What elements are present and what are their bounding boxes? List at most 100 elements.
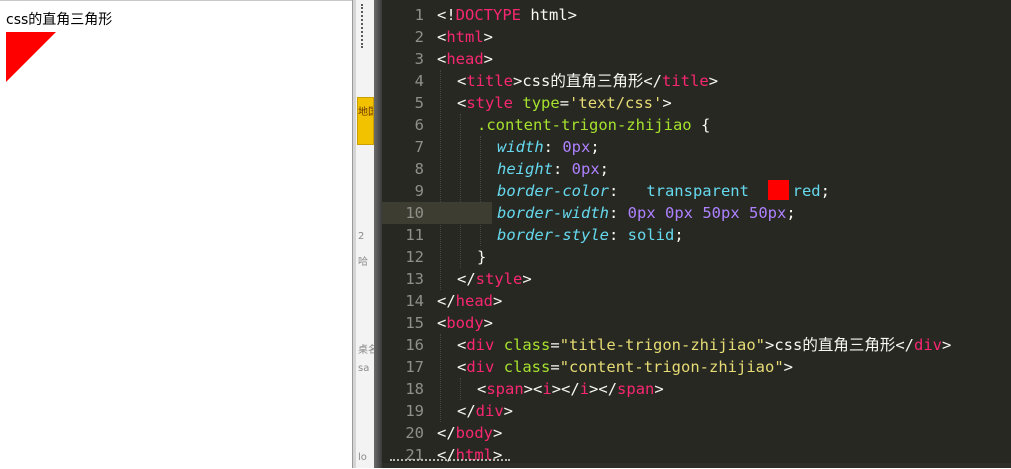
browser-preview-pane: css的直角三角形 <box>0 0 352 469</box>
grip-dots-icon <box>361 4 365 48</box>
background-snippet: 哈 <box>358 257 368 268</box>
code-token: class <box>503 358 551 376</box>
code-text: width: 0px; <box>497 136 600 158</box>
code-token: ; <box>674 226 684 244</box>
code-token: </ <box>457 402 476 420</box>
code-line[interactable]: 6 .content-trigon-zhijiao { <box>382 114 1011 136</box>
background-yellow-tab[interactable]: 地国 <box>357 97 374 145</box>
code-token: ; <box>820 182 830 200</box>
code-line[interactable]: 5 <style type='text/css'> <box>382 92 1011 114</box>
code-line[interactable]: 17 <div class="content-trigon-zhijiao"> <box>382 356 1011 378</box>
code-token: ; <box>786 204 796 222</box>
code-token: i <box>542 380 552 398</box>
background-snippet: sa <box>358 363 370 374</box>
code-token: body <box>455 424 493 442</box>
code-token: < <box>437 314 447 332</box>
code-token: <! <box>437 6 456 24</box>
code-token: </ <box>437 292 456 310</box>
code-token: > <box>483 50 494 68</box>
code-token: > <box>662 94 672 112</box>
code-line[interactable]: 13 </style> <box>382 268 1011 290</box>
background-snippet: 2 <box>358 231 365 242</box>
code-token: span <box>617 380 655 398</box>
code-token: height <box>497 160 553 178</box>
code-text: <!DOCTYPE html> <box>437 4 577 26</box>
code-text: height: 0px; <box>497 158 609 180</box>
line-number: 19 <box>405 402 424 420</box>
code-editor[interactable]: 1 <!DOCTYPE html> 2 <html> 3 <head> 4 <title>cs… <box>382 0 1011 468</box>
code-line[interactable]: 14 </head> <box>382 290 1011 312</box>
code-token: DOCTYPE <box>455 6 521 24</box>
code-line[interactable]: 4 <title>css的直角三角形</title> <box>382 70 1011 92</box>
code-token: > <box>483 28 494 46</box>
code-line[interactable]: 18 <span><i></i></span> <box>382 378 1011 400</box>
code-token: : <box>543 138 563 156</box>
code-token: < <box>457 94 467 112</box>
code-line[interactable]: 7 width: 0px; <box>382 136 1011 158</box>
line-number: 5 <box>414 94 424 112</box>
line-number: 3 <box>414 50 424 68</box>
code-line[interactable]: 9 border-color: transparent red; <box>382 180 1011 202</box>
code-text: </body> <box>437 422 502 444</box>
code-token: < <box>477 380 487 398</box>
code-line[interactable]: 19 </div> <box>382 400 1011 422</box>
line-number: 4 <box>414 72 424 90</box>
code-text: <title>css的直角三角形</title> <box>457 70 718 92</box>
code-token: > <box>654 380 664 398</box>
code-line[interactable]: 11 border-style: solid; <box>382 224 1011 246</box>
code-text: .content-trigon-zhijiao { <box>477 114 710 136</box>
code-token: div <box>914 336 943 354</box>
code-text: <head> <box>437 48 493 70</box>
code-token: = <box>550 358 560 376</box>
code-token: style <box>475 270 523 288</box>
code-text: </div> <box>457 400 513 422</box>
code-line[interactable]: 2 <html> <box>382 26 1011 48</box>
code-token: head <box>455 292 493 310</box>
background-snippet: lo <box>358 452 367 463</box>
code-token: 0px <box>627 204 656 222</box>
code-token: ></ <box>589 380 618 398</box>
code-line[interactable]: 12} <box>382 246 1011 268</box>
code-token: div <box>466 358 495 376</box>
line-number: 17 <box>405 358 424 376</box>
code-line[interactable]: 1 <!DOCTYPE html> <box>382 4 1011 26</box>
line-number: 8 <box>414 160 424 178</box>
code-token: > <box>493 292 503 310</box>
code-line[interactable]: 20 </body> <box>382 422 1011 444</box>
line-number: 6 <box>414 116 424 134</box>
code-line[interactable]: 16 <div class="title-trigon-zhijiao">css的… <box>382 334 1011 356</box>
code-token: ></ <box>551 380 580 398</box>
line-number: 10 <box>382 202 432 224</box>
background-snippet: 桌名 <box>358 345 374 356</box>
code-token: .content-trigon-zhijiao <box>477 116 692 134</box>
code-token: width <box>497 138 544 156</box>
code-line[interactable]: 15 <body> <box>382 312 1011 334</box>
code-token: 0px <box>665 204 693 222</box>
code-text: <style type='text/css'> <box>457 92 672 114</box>
code-line[interactable]: 3 <head> <box>382 48 1011 70</box>
code-token: html> <box>521 6 577 24</box>
color-swatch-icon <box>767 180 789 200</box>
code-line[interactable]: 10 border-width: 0px 0px 50px 50px; <box>382 202 1011 224</box>
code-token: : <box>608 182 647 200</box>
code-token: = <box>559 94 570 112</box>
line-number: 18 <box>405 380 424 398</box>
code-text: <div class="title-trigon-zhijiao">css的直角… <box>457 334 951 356</box>
code-line[interactable]: 8 height: 0px; <box>382 158 1011 180</box>
code-token: < <box>457 358 467 376</box>
code-token: span <box>486 380 524 398</box>
code-token: 50px <box>702 204 740 222</box>
line-number: 11 <box>405 226 424 244</box>
code-token: type <box>522 94 560 112</box>
code-token: i <box>579 380 590 398</box>
code-token: 50px <box>749 204 787 222</box>
line-number: 1 <box>414 6 424 24</box>
code-token: < <box>437 28 447 46</box>
code-token: > <box>483 314 494 332</box>
code-text: </head> <box>437 290 502 312</box>
